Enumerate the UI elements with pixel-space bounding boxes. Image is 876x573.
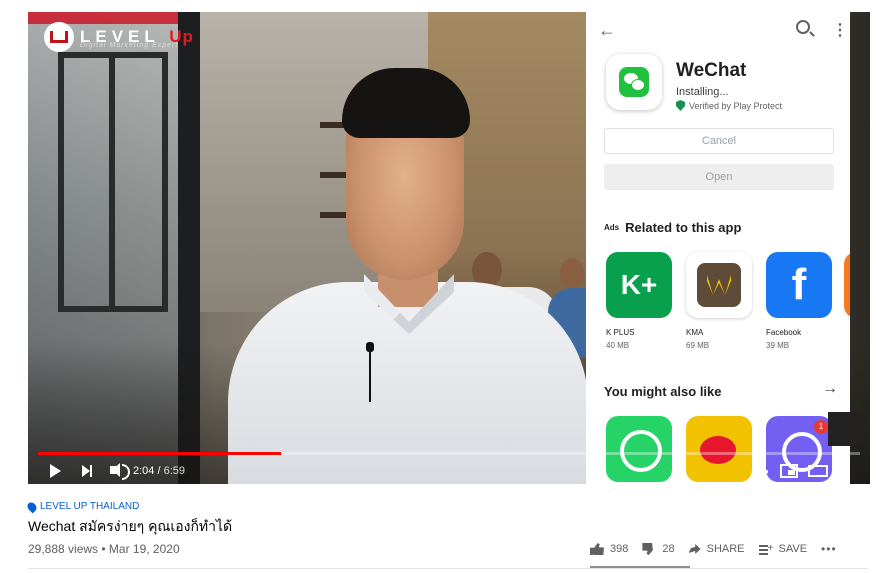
share-icon	[688, 544, 701, 554]
volume-icon[interactable]	[110, 463, 130, 480]
sentiment-bar	[590, 566, 690, 568]
facebook-icon: f	[766, 252, 832, 318]
kplus-icon: K+	[606, 252, 672, 318]
related-section-title: Ads Related to this app	[604, 220, 741, 235]
like-count: 398	[610, 543, 629, 555]
search-icon[interactable]	[796, 20, 810, 34]
next-icon[interactable]	[82, 465, 92, 477]
theater-mode-icon[interactable]	[808, 465, 828, 477]
miniplayer-icon[interactable]	[780, 464, 798, 478]
progress-bar[interactable]	[38, 452, 860, 455]
window-frame	[58, 52, 168, 312]
thumb-down-icon	[642, 543, 657, 555]
channel-link[interactable]: LEVEL UP THAILAND	[40, 501, 139, 512]
play-protect-label: Verified by Play Protect	[689, 100, 783, 111]
time-display: 2:04 / 6:59	[133, 465, 186, 477]
open-button[interactable]: Open	[604, 164, 834, 190]
play-icon[interactable]	[50, 464, 61, 478]
app-card-name: Facebook	[766, 328, 802, 337]
save-label: SAVE	[778, 543, 808, 555]
notification-badge: 1	[814, 420, 828, 434]
also-like-title: You might also like	[604, 384, 722, 399]
related-app-partial[interactable]	[844, 252, 850, 318]
action-bar: 398 28 SHARE SAVE •••	[590, 542, 851, 556]
duration: 6:59	[163, 465, 186, 477]
save-button[interactable]: SAVE	[758, 543, 808, 555]
partial-app-icon	[844, 252, 850, 318]
channel-tag[interactable]: LEVEL UP THAILAND	[25, 500, 139, 513]
related-app-kma[interactable]: KMA 69 MB	[686, 252, 752, 350]
player-controls: 2:04 / 6:59	[28, 458, 870, 484]
more-horiz-icon: •••	[821, 542, 837, 556]
share-button[interactable]: SHARE	[688, 543, 745, 555]
app-card-size: 69 MB	[686, 341, 710, 350]
ads-tag: Ads	[604, 223, 620, 232]
store-toolbar: ← ⋮	[586, 12, 850, 46]
video-title: Wechat สมัครง่ายๆ คุณเองก็ทำได้	[28, 518, 233, 534]
more-vert-icon[interactable]: ⋮	[832, 20, 848, 40]
back-arrow-icon[interactable]: ←	[598, 20, 616, 41]
lapel-mic-icon	[366, 342, 374, 352]
video-player[interactable]: LEVEL Up Digital Marketing Expert ← ⋮ We…	[28, 12, 870, 484]
location-pin-icon	[25, 500, 39, 513]
shield-icon	[676, 100, 685, 111]
playlist-add-icon	[758, 544, 773, 554]
related-app-kplus[interactable]: K+ K PLUS 40 MB	[606, 252, 672, 350]
related-title: Related to this app	[625, 220, 742, 235]
logo-badge-icon	[44, 22, 74, 52]
play-protect-badge: Verified by Play Protect	[676, 100, 782, 111]
youtube-watch-page: LEVEL Up Digital Marketing Expert ← ⋮ We…	[0, 0, 876, 573]
app-card-name: K PLUS	[606, 328, 635, 337]
more-actions-button[interactable]: •••	[821, 542, 837, 556]
like-button[interactable]: 398	[590, 543, 628, 555]
kma-icon	[686, 252, 752, 318]
current-time: 2:04	[133, 465, 155, 477]
background-person-head	[560, 258, 584, 288]
share-label: SHARE	[706, 543, 745, 555]
app-card-name: KMA	[686, 328, 704, 337]
app-icon-frame	[606, 54, 662, 110]
related-app-facebook[interactable]: f Facebook 39 MB	[766, 252, 832, 350]
arrow-right-icon[interactable]: →	[822, 380, 838, 398]
wechat-icon	[619, 67, 649, 97]
app-card-size: 39 MB	[766, 341, 790, 350]
dislike-button[interactable]: 28	[642, 543, 675, 555]
mic-wire	[369, 352, 371, 402]
app-name: WeChat	[676, 60, 747, 81]
divider	[28, 568, 868, 569]
video-meta: 29,888 views • Mar 19, 2020	[28, 542, 180, 556]
install-status: Installing...	[676, 86, 729, 98]
gear-icon[interactable]	[756, 466, 768, 478]
cancel-button[interactable]: Cancel	[604, 128, 834, 154]
corner-logo-icon	[828, 412, 858, 446]
thumb-up-icon	[590, 543, 604, 555]
fullscreen-icon[interactable]	[836, 464, 850, 478]
logo-tagline: Digital Marketing Expert	[80, 42, 179, 49]
app-card-size: 40 MB	[606, 341, 630, 350]
progress-fill	[38, 452, 282, 455]
play-store-overlay: ← ⋮ WeChat Installing... Verified by Pla…	[586, 12, 850, 484]
dislike-count: 28	[662, 543, 675, 555]
